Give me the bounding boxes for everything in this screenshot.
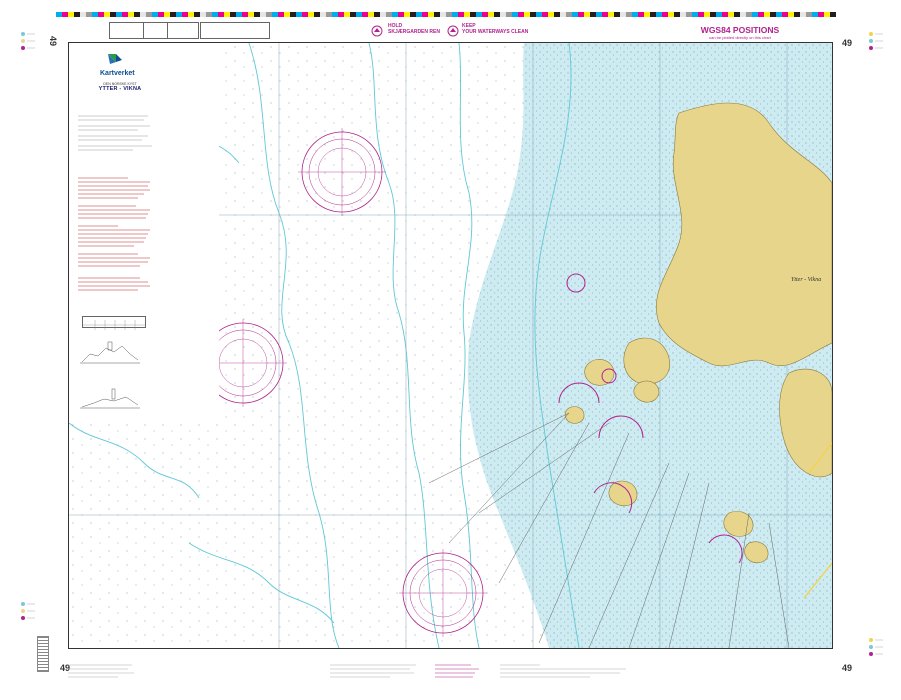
tide-table [82,316,146,330]
left-color-swatches-bottom [20,600,36,627]
chart-title-block: DEN NORSKE KYST YTTER - VIKNA [90,82,150,92]
color-calibration-bar [56,12,836,17]
publisher-name: Kartverket [100,70,135,77]
left-color-swatches [20,30,36,57]
right-color-swatches-bottom [868,636,884,663]
footer-notes-right [500,662,630,683]
wgs84-title: WGS84 POSITIONS [700,25,780,35]
nautical-chart-frame: Ytter - Vikna [68,42,833,649]
env-no-line2: SKJÆRGARDEN REN [388,28,440,35]
calibration-swatch [830,12,836,17]
landmark-sketch-2 [80,385,140,416]
info-box-corrections [200,22,270,39]
keep-clean-icon [371,24,383,42]
info-box-scale [143,22,169,39]
env-message-norwegian: HOLD SKJÆRGARDEN REN [388,23,440,35]
nautical-chart-map: Ytter - Vikna [69,43,832,648]
keep-clean-icon-2 [447,24,459,42]
chart-title: YTTER - VIKNA [98,86,142,92]
land-island-2 [584,359,615,386]
place-label: Ytter - Vikna [791,277,821,283]
chart-number-bottom-right: 49 [842,663,853,673]
chart-number-top-left: 49 [48,35,59,47]
chart-notes [78,112,156,327]
scale-bar-vertical [37,636,49,672]
footer-notes-left [68,662,138,683]
info-box-edition [109,22,145,39]
right-color-swatches [868,30,884,57]
landmark-sketch-1 [80,336,140,371]
wgs84-note: WGS84 POSITIONS can be plotted directly … [695,25,785,40]
info-box-datum [167,22,199,39]
footer-notes-center [330,662,420,683]
env-en-line2: YOUR WATERWAYS CLEAN [462,28,529,35]
chart-number-top-right: 49 [842,38,853,48]
chart-notes-text-lines [78,115,152,291]
footer-notes-magenta [435,662,485,683]
land-islet-c [564,406,585,424]
wgs84-subtitle: can be plotted directly on this chart [709,35,771,40]
env-message-english: KEEP YOUR WATERWAYS CLEAN [462,23,529,35]
